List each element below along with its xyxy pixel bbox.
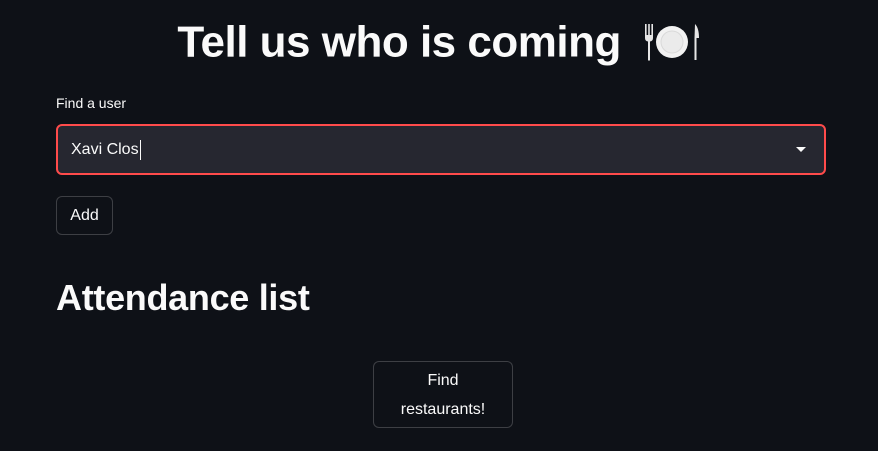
chevron-down-icon[interactable] <box>796 147 806 152</box>
user-select[interactable]: Xavi Clos <box>56 124 826 175</box>
page-title: Tell us who is coming <box>0 12 878 70</box>
add-button[interactable]: Add <box>56 196 113 235</box>
find-user-label: Find a user <box>56 95 127 111</box>
user-select-text: Xavi Clos <box>71 141 139 158</box>
attendance-list-heading: Attendance list <box>56 277 310 318</box>
text-cursor <box>139 140 141 160</box>
user-select-value[interactable]: Xavi Clos <box>71 140 141 160</box>
find-restaurants-button[interactable]: Find restaurants! <box>373 361 513 428</box>
fork-plate-knife-icon <box>644 24 699 61</box>
app-page: Tell us who is coming Find a user Xavi C… <box>0 0 878 451</box>
page-title-text: Tell us who is coming <box>177 17 621 67</box>
